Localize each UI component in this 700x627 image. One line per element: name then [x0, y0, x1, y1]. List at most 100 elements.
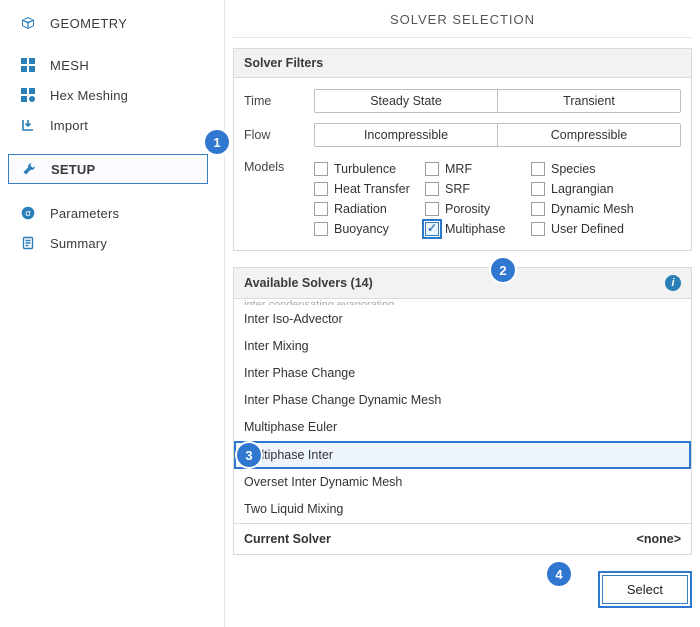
filter-row-models: Models Turbulence MRF Species Heat Transfer… [244, 152, 681, 236]
time-segmented: Steady State Transient [314, 89, 681, 113]
callout-2: 2 [491, 258, 515, 282]
sidebar-item-label: Summary [50, 236, 107, 251]
sidebar-item-geometry[interactable]: GEOMETRY [0, 8, 224, 38]
checkbox-label: Dynamic Mesh [551, 202, 634, 216]
current-solver-row: Current Solver <none> [234, 523, 691, 554]
time-option-steady[interactable]: Steady State [315, 90, 498, 112]
flow-segmented: Incompressible Compressible [314, 123, 681, 147]
filter-label-models: Models [244, 158, 314, 174]
checkbox-input[interactable] [425, 182, 439, 196]
wrench-icon [19, 161, 39, 177]
flow-option-compressible[interactable]: Compressible [498, 124, 680, 146]
checkbox-label: Turbulence [334, 162, 396, 176]
model-checkbox-user-defined[interactable]: User Defined [531, 222, 641, 236]
model-checkbox-radiation[interactable]: Radiation [314, 202, 419, 216]
flow-option-incompressible[interactable]: Incompressible [315, 124, 498, 146]
model-checkbox-turbulence[interactable]: Turbulence [314, 162, 419, 176]
checkbox-label: Multiphase [445, 222, 505, 236]
filter-row-time: Time Steady State Transient [244, 84, 681, 118]
solver-row[interactable]: Multiphase Euler [234, 414, 691, 441]
checkbox-input[interactable] [531, 182, 545, 196]
checkbox-input[interactable] [425, 202, 439, 216]
solver-row[interactable]: Overset Inter Dynamic Mesh [234, 469, 691, 496]
current-solver-value: <none> [637, 532, 681, 546]
checkbox-input[interactable] [531, 162, 545, 176]
checkbox-label: Species [551, 162, 595, 176]
solver-filters-header: Solver Filters [234, 49, 691, 78]
solver-row-overflow: inter condensating evaporating [234, 299, 691, 306]
sidebar-item-parameters[interactable]: α Parameters [0, 198, 224, 228]
svg-text:α: α [25, 208, 31, 218]
sidebar-item-summary[interactable]: Summary [0, 228, 224, 258]
solver-row[interactable]: Two Liquid Mixing [234, 496, 691, 523]
solver-row[interactable]: Inter Mixing [234, 333, 691, 360]
sidebar-item-label: GEOMETRY [50, 16, 127, 31]
select-button[interactable]: Select [602, 575, 688, 604]
checkbox-input[interactable] [531, 202, 545, 216]
checkbox-label: Buoyancy [334, 222, 389, 236]
filter-label-flow: Flow [244, 128, 314, 142]
checkbox-label: Lagrangian [551, 182, 614, 196]
sidebar-item-hex-meshing[interactable]: Hex Meshing [0, 80, 224, 110]
callout-4: 4 [547, 562, 571, 586]
sidebar-item-label: MESH [50, 58, 89, 73]
filter-label-time: Time [244, 94, 314, 108]
import-icon [18, 117, 38, 133]
document-icon [18, 235, 38, 251]
sidebar-item-label: Parameters [50, 206, 119, 221]
page-title: SOLVER SELECTION [233, 0, 692, 37]
checkbox-input[interactable] [531, 222, 545, 236]
available-solvers-title: Available Solvers (14) [244, 276, 373, 290]
main-panel: SOLVER SELECTION Solver Filters Time Ste… [225, 0, 700, 627]
info-icon[interactable]: i [665, 275, 681, 291]
grid-dot-icon [18, 87, 38, 103]
checkbox-label: Heat Transfer [334, 182, 410, 196]
current-solver-label: Current Solver [244, 532, 331, 546]
checkbox-label: MRF [445, 162, 472, 176]
solver-row[interactable]: Inter Iso-Advector [234, 306, 691, 333]
model-checkbox-lagrangian[interactable]: Lagrangian [531, 182, 641, 196]
checkbox-input[interactable] [314, 162, 328, 176]
sidebar-item-label: Hex Meshing [50, 88, 128, 103]
alpha-icon: α [18, 205, 38, 221]
callout-3: 3 [237, 443, 261, 467]
checkbox-label: Radiation [334, 202, 387, 216]
checkbox-input[interactable] [314, 182, 328, 196]
checkbox-input[interactable] [314, 202, 328, 216]
time-option-transient[interactable]: Transient [498, 90, 680, 112]
model-checkbox-porosity[interactable]: Porosity [425, 202, 525, 216]
checkbox-input[interactable] [425, 162, 439, 176]
model-checkbox-buoyancy[interactable]: Buoyancy [314, 222, 419, 236]
checkbox-label: User Defined [551, 222, 624, 236]
cube-icon [18, 15, 38, 31]
solver-row[interactable]: Inter Phase Change Dynamic Mesh [234, 387, 691, 414]
footer: Select [233, 555, 692, 604]
grid-icon [18, 57, 38, 73]
solver-filters-panel: Solver Filters Time Steady State Transie… [233, 48, 692, 251]
model-checkbox-multiphase[interactable]: Multiphase [425, 222, 525, 236]
model-checkbox-heat-transfer[interactable]: Heat Transfer [314, 182, 419, 196]
model-checkbox-species[interactable]: Species [531, 162, 641, 176]
checkbox-input[interactable] [314, 222, 328, 236]
sidebar: GEOMETRY MESH Hex Meshing Import [0, 0, 225, 627]
model-checkbox-srf[interactable]: SRF [425, 182, 525, 196]
model-checkbox-mrf[interactable]: MRF [425, 162, 525, 176]
checkbox-label: SRF [445, 182, 470, 196]
available-solvers-header: Available Solvers (14) i [234, 268, 691, 299]
solver-row[interactable]: Multiphase Inter [234, 441, 691, 469]
sidebar-item-label: SETUP [51, 162, 95, 177]
solver-row[interactable]: Inter Phase Change [234, 360, 691, 387]
divider [233, 37, 692, 38]
sidebar-item-label: Import [50, 118, 88, 133]
filter-row-flow: Flow Incompressible Compressible [244, 118, 681, 152]
model-checkbox-dynamic-mesh[interactable]: Dynamic Mesh [531, 202, 641, 216]
callout-1: 1 [205, 130, 229, 154]
available-solvers-panel: Available Solvers (14) i inter condensat… [233, 267, 692, 555]
checkbox-input[interactable] [425, 222, 439, 236]
models-grid: Turbulence MRF Species Heat Transfer SRF Lagr… [314, 158, 641, 236]
sidebar-item-setup[interactable]: SETUP [8, 154, 208, 184]
checkbox-label: Porosity [445, 202, 490, 216]
solver-list: inter condensating evaporating Inter Iso… [234, 299, 691, 523]
sidebar-item-mesh[interactable]: MESH [0, 50, 224, 80]
sidebar-item-import[interactable]: Import [0, 110, 224, 140]
